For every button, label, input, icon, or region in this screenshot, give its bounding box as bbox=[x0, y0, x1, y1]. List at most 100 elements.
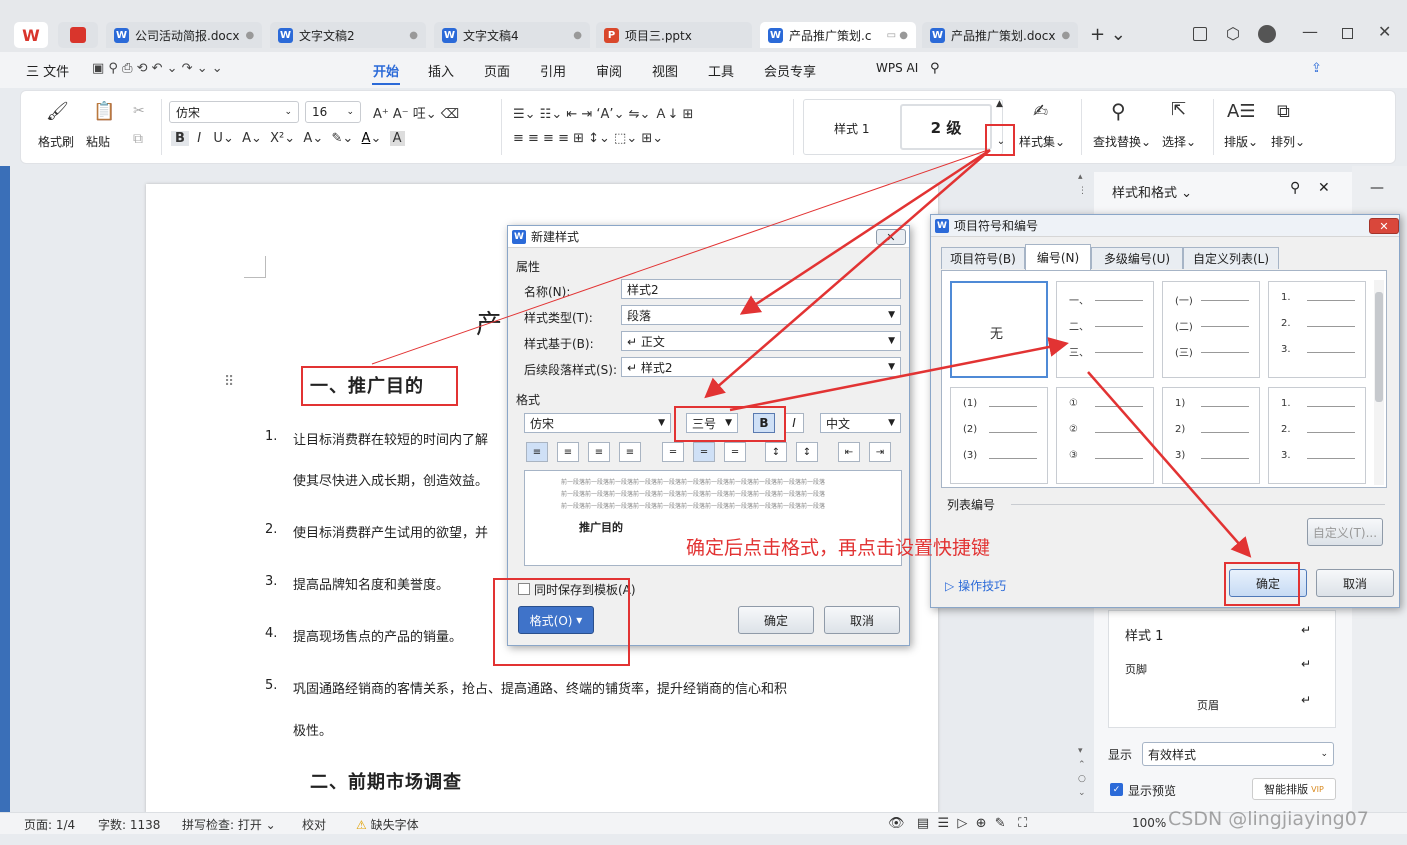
numbering-option[interactable]: (1) (2) (3) bbox=[950, 387, 1048, 484]
page-indicator[interactable]: 页面: 1/4 bbox=[24, 816, 75, 833]
drag-handle-icon[interactable]: ⠿ bbox=[224, 374, 234, 390]
layout-label[interactable]: 排版⌄ bbox=[1224, 133, 1258, 150]
list-item[interactable]: 使目标消费群产生试用的欲望，并 bbox=[293, 522, 488, 541]
pin-icon[interactable]: ⚲ bbox=[1290, 180, 1300, 196]
based-on-select[interactable]: ↵ 正文 ▼ bbox=[621, 331, 901, 351]
numbering-option[interactable]: 一、 二、 三、 bbox=[1056, 281, 1154, 378]
menu-item-view[interactable]: 视图 bbox=[652, 61, 678, 80]
list-item[interactable]: 提高品牌知名度和美誉度。 bbox=[293, 574, 449, 593]
paragraph-icons-bottom[interactable]: ≡ ≡ ≡ ≡ ⊞ ↕⌄ ⬚⌄ ⊞⌄ bbox=[513, 131, 663, 146]
scroll-nav-icons[interactable]: ▾ ⌃ ○ ⌄ bbox=[1078, 744, 1086, 800]
space-before-icon[interactable]: ↕ bbox=[765, 442, 787, 462]
tab-custom-list[interactable]: 自定义列表(L) bbox=[1183, 247, 1279, 269]
menu-item-review[interactable]: 审阅 bbox=[596, 61, 622, 80]
cut-icon[interactable]: ✂ bbox=[133, 103, 145, 119]
doc-tab[interactable]: W 文字文稿4 ● bbox=[434, 22, 590, 48]
proofread[interactable]: 校对 bbox=[302, 816, 326, 833]
numbering-option[interactable]: 1. 2. 3. bbox=[1268, 387, 1366, 484]
collapse-icon[interactable]: — bbox=[1370, 180, 1384, 196]
list-item[interactable]: 提高现场售点的产品的销量。 bbox=[293, 626, 462, 645]
view-mode-icons[interactable]: 👁 ▤ ☰ ▷ ⊕ ✎ ⛶ bbox=[888, 816, 1027, 831]
list-item[interactable]: 让目标消费群在较短的时间内了解 bbox=[293, 429, 488, 448]
menu-item-reference[interactable]: 引用 bbox=[540, 61, 566, 80]
style-set-icon[interactable]: ✍ bbox=[1033, 101, 1048, 122]
numbering-option[interactable]: ① ② ③ bbox=[1056, 387, 1154, 484]
paste-icon[interactable]: 📋 bbox=[93, 101, 115, 122]
double-spacing-icon[interactable]: ═ bbox=[724, 442, 746, 462]
style-gallery[interactable]: 样式 1 2 级 bbox=[803, 99, 1003, 155]
text-format-icons[interactable]: B I U⌄ A⌄ X²⌄ A⌄ ✎⌄ A⌄ A bbox=[171, 131, 405, 146]
menu-item-page[interactable]: 页面 bbox=[484, 61, 510, 80]
style-level2-item[interactable]: 2 级 bbox=[900, 104, 992, 150]
single-spacing-icon[interactable]: ═ bbox=[662, 442, 684, 462]
ok-button[interactable]: 确定 bbox=[738, 606, 814, 634]
tab-multilevel[interactable]: 多级编号(U) bbox=[1091, 247, 1183, 269]
minimize-icon[interactable]: — bbox=[1302, 22, 1318, 41]
list-item-cont[interactable]: 使其尽快进入成长期，创造效益。 bbox=[293, 470, 488, 489]
language-select[interactable]: 中文 ▼ bbox=[820, 413, 901, 433]
vertical-scroll-icons[interactable]: ▴ ⋮ bbox=[1078, 170, 1087, 198]
style-item[interactable]: 页眉 bbox=[1197, 697, 1219, 713]
font-name-select[interactable]: 仿宋 ⌄ bbox=[169, 101, 299, 123]
font-size-tools-icon[interactable]: A⁺ A⁻ 㕵⌄ ⌫ bbox=[373, 103, 459, 122]
paste-label[interactable]: 粘贴 bbox=[86, 133, 110, 150]
tab-bullets[interactable]: 项目符号(B) bbox=[941, 247, 1025, 269]
menu-item-tools[interactable]: 工具 bbox=[708, 61, 734, 80]
preview-label[interactable]: 显示预览 bbox=[1128, 782, 1176, 799]
select-label[interactable]: 选择⌄ bbox=[1162, 133, 1196, 150]
numbering-option[interactable]: 1. 2. 3. bbox=[1268, 281, 1366, 378]
one-half-spacing-icon[interactable]: ═ bbox=[693, 442, 715, 462]
style-item[interactable]: 样式 1 bbox=[1125, 625, 1163, 644]
style-set-label[interactable]: 样式集⌄ bbox=[1019, 133, 1065, 150]
tab-numbering[interactable]: 编号(N) bbox=[1025, 244, 1091, 270]
close-icon[interactable]: ✕ bbox=[1369, 218, 1399, 234]
type-select[interactable]: 段落 ▼ bbox=[621, 305, 901, 325]
tips-link[interactable]: ▷ 操作技巧 bbox=[945, 577, 1006, 594]
format-painter-label[interactable]: 格式刷 bbox=[38, 133, 74, 150]
doc-tab-active[interactable]: W 产品推广策划.c ▭ ● bbox=[760, 22, 916, 48]
close-icon[interactable]: ✕ bbox=[876, 229, 906, 245]
zoom-level[interactable]: 100% bbox=[1132, 816, 1166, 830]
numbering-option[interactable]: 1) 2) 3) bbox=[1162, 387, 1260, 484]
gallery-up-icon[interactable]: ▲ bbox=[996, 99, 1003, 109]
word-count[interactable]: 字数: 1138 bbox=[98, 816, 160, 833]
align-left-icon[interactable]: ≡ bbox=[526, 442, 548, 462]
format-painter-icon[interactable]: 🖌 bbox=[46, 101, 69, 122]
wps-logo-icon[interactable]: W bbox=[14, 22, 48, 48]
menu-item-home[interactable]: 开始 bbox=[373, 61, 399, 80]
copy-icon[interactable]: ⧉ bbox=[133, 131, 143, 147]
doc-tab[interactable]: W 文字文稿2 ● bbox=[270, 22, 426, 48]
style-1-item[interactable]: 样式 1 bbox=[834, 120, 869, 137]
space-after-icon[interactable]: ↕ bbox=[796, 442, 818, 462]
spell-check[interactable]: 拼写检查: 打开 ⌄ bbox=[182, 816, 276, 833]
menu-item-member[interactable]: 会员专享 bbox=[764, 61, 816, 80]
indent-increase-icon[interactable]: ⇥ bbox=[869, 442, 891, 462]
doc-title[interactable]: 产 bbox=[476, 304, 502, 341]
layout-icon[interactable]: A☰ bbox=[1227, 101, 1255, 122]
avatar[interactable] bbox=[1258, 25, 1276, 43]
find-replace-label[interactable]: 查找替换⌄ bbox=[1093, 133, 1151, 150]
show-select[interactable]: 有效样式 ⌄ bbox=[1142, 742, 1334, 766]
doc-tab[interactable]: P 项目三.pptx bbox=[596, 22, 752, 48]
cancel-button[interactable]: 取消 bbox=[824, 606, 900, 634]
arrange-icon[interactable]: ⧉ bbox=[1277, 101, 1290, 122]
find-replace-icon[interactable]: ⚲ bbox=[1111, 99, 1126, 123]
missing-font[interactable]: ⚠ 缺失字体 bbox=[356, 816, 419, 833]
align-center-icon[interactable]: ≡ bbox=[557, 442, 579, 462]
menu-item-insert[interactable]: 插入 bbox=[428, 61, 454, 80]
window-icon[interactable] bbox=[1193, 27, 1207, 41]
font-size-select[interactable]: 16 ⌄ bbox=[305, 101, 361, 123]
indent-decrease-icon[interactable]: ⇤ bbox=[838, 442, 860, 462]
preview-checkbox[interactable]: ✓ bbox=[1110, 783, 1123, 796]
search-icon[interactable]: ⚲ bbox=[930, 61, 940, 76]
heading-2[interactable]: 二、前期市场调查 bbox=[310, 768, 462, 794]
font-select[interactable]: 仿宋 ▼ bbox=[524, 413, 671, 433]
cloud-sync-icon[interactable]: ⇪ bbox=[1311, 61, 1322, 76]
quick-access-icons[interactable]: ▣ ⚲ ⎙ ⟲ ↶ ⌄ ↷ ⌄ ⌄ bbox=[92, 61, 223, 76]
name-input[interactable]: 样式2 bbox=[621, 279, 901, 299]
new-tab-icon[interactable]: + ⌄ bbox=[1090, 24, 1126, 45]
maximize-icon[interactable] bbox=[1342, 28, 1353, 39]
next-style-select[interactable]: ↵ 样式2 ▼ bbox=[621, 357, 901, 377]
close-window-icon[interactable]: ✕ bbox=[1378, 22, 1391, 41]
smart-layout-button[interactable]: 智能排版 VIP bbox=[1252, 778, 1336, 800]
